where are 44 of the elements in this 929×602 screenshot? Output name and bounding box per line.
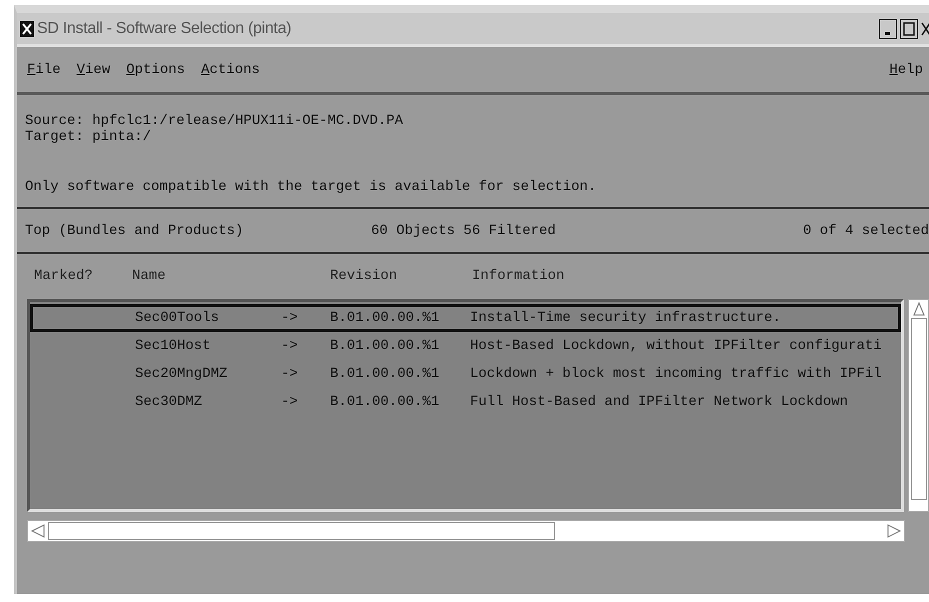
target-text: Target: pinta:/	[25, 129, 152, 145]
list-row[interactable]: Sec00Tools -> B.01.00.00.%1 Install-Time security infrastructure.	[30, 304, 902, 332]
menu-item[interactable]: Help	[889, 62, 929, 78]
column-header[interactable]: Information	[472, 268, 564, 284]
table-cell: Lockdown + block most incoming traffic with IPFil	[470, 366, 882, 382]
minimize-icon[interactable]	[879, 18, 897, 38]
list-row[interactable]: Sec30DMZ -> B.01.00.00.%1 Full Host-Based and IPFilter Network Lockdown	[30, 388, 902, 416]
column-header[interactable]: Name	[132, 268, 330, 284]
table-cell-text: B.01.00.00.%1	[330, 366, 440, 382]
table-cell-text: Sec20MngDMZ	[135, 366, 228, 382]
table-cell-text: ->	[281, 310, 299, 326]
menu-item[interactable]: Options	[126, 62, 194, 78]
scroll-up-icon[interactable]	[912, 302, 924, 316]
table-cell-text: ->	[281, 338, 299, 354]
column-header[interactable]: Revision	[330, 268, 472, 284]
list-row[interactable]: Sec20MngDMZ -> B.01.00.00.%1 Lockdown + block most incoming traffic with IPFil	[30, 360, 902, 388]
table-cell: Host-Based Lockdown, without IPFilter configurati	[470, 338, 882, 354]
table-cell: Install-Time security infrastructure.	[470, 310, 781, 326]
scroll-left-icon[interactable]	[31, 524, 45, 538]
scroll-right-icon[interactable]	[887, 524, 901, 538]
x-app-icon	[20, 20, 34, 36]
selection-count: 0 of 4 selected	[802, 222, 929, 238]
table-cell-text: ->	[281, 394, 299, 410]
level-label: Top (Bundles and Products)	[25, 222, 244, 238]
column-header[interactable]: Marked?	[34, 268, 132, 284]
maximize-icon[interactable]	[900, 18, 918, 38]
table-cell-text: Sec00Tools	[135, 310, 220, 326]
table-cell-text: ->	[281, 366, 299, 382]
vertical-scrollbar[interactable]	[908, 299, 929, 512]
table-cell-text: B.01.00.00.%1	[330, 310, 440, 326]
menu-item[interactable]: View	[76, 62, 118, 78]
table-cell-text: B.01.00.00.%1	[330, 338, 440, 354]
menu-item[interactable]: File	[27, 62, 69, 78]
table-cell-text: Sec10Host	[135, 338, 212, 354]
horizontal-scrollbar[interactable]	[27, 520, 905, 542]
table-cell-text: B.01.00.00.%1	[330, 394, 440, 410]
table-cell-text: Sec30DMZ	[135, 394, 204, 410]
menu-item[interactable]: Actions	[201, 62, 268, 78]
list-row[interactable]: Sec10Host -> B.01.00.00.%1 Host-Based Lockdown, without IPFilter configurati	[30, 332, 902, 360]
object-count: 60 Objects 56 Filtered	[371, 222, 556, 238]
info-text: Only software compatible with the target is available for selection.	[25, 179, 598, 195]
source-text: Source: hpfclc1:/release/HPUX11i-OE-MC.DVD.PA	[25, 113, 404, 129]
window-title: SD Install - Software Selection (pinta)	[37, 20, 292, 38]
table-cell: Full Host-Based and IPFilter Network Lockdown	[470, 394, 848, 410]
